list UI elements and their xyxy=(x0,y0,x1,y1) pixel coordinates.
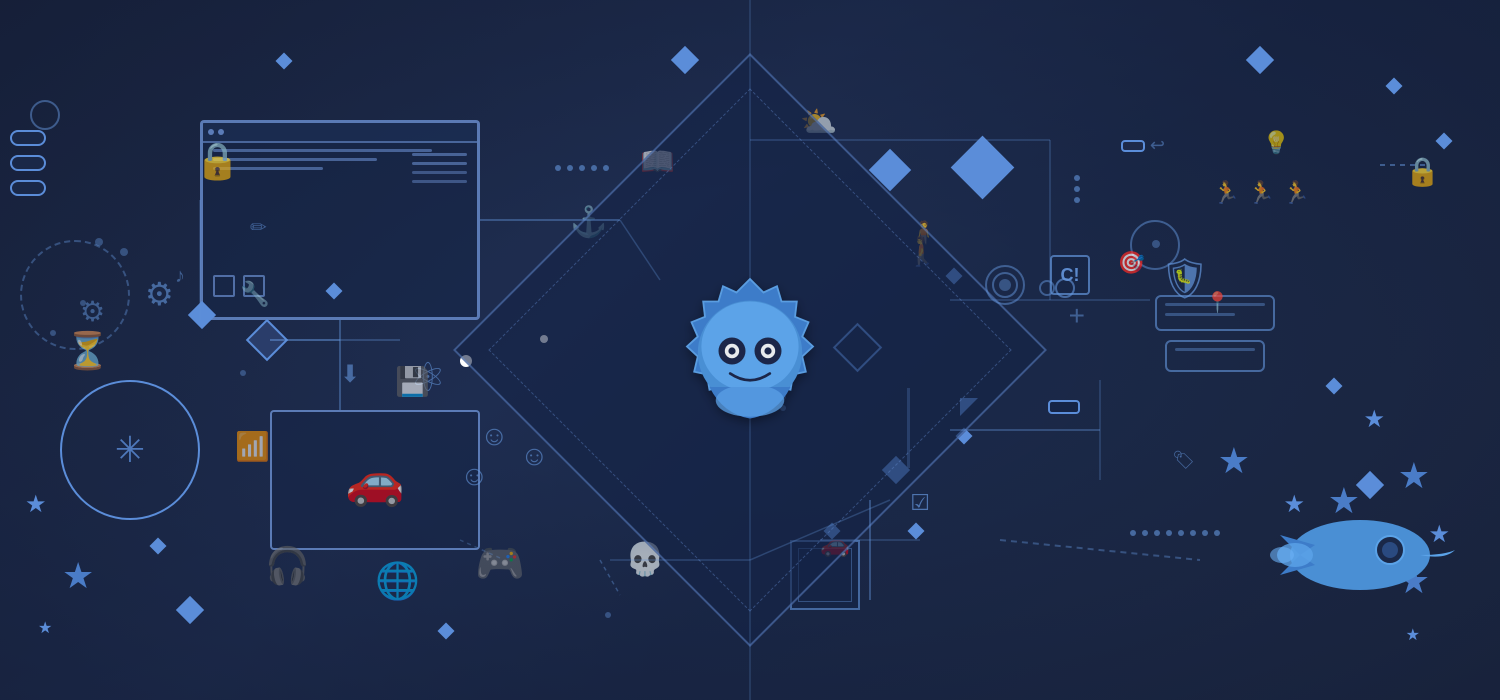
editor-sidepanel xyxy=(412,153,467,183)
dots-row-right xyxy=(1130,530,1220,536)
smiley-1: ☺ xyxy=(480,420,509,452)
dot-r1-2 xyxy=(567,165,573,171)
editor-titlebar xyxy=(203,123,477,143)
dot-crt-3 xyxy=(1074,197,1080,203)
lock-icon-top-right: 🔒 xyxy=(1405,155,1440,188)
rocket-container xyxy=(1260,495,1460,620)
dot-crt-1 xyxy=(1074,175,1080,181)
target-center xyxy=(999,279,1011,291)
target-dot xyxy=(1152,240,1160,248)
target-inner xyxy=(992,272,1018,298)
dot-rr-4 xyxy=(1166,530,1172,536)
small-circle-right-1 xyxy=(1055,278,1075,298)
panel-line2 xyxy=(412,162,467,165)
dot-crt-2 xyxy=(1074,186,1080,192)
hourglass-icon: ⏳ xyxy=(65,330,110,372)
version-banner xyxy=(1048,400,1080,414)
smiley-2: ☺ xyxy=(460,460,489,492)
lock-icon-left: 🔒 xyxy=(195,140,240,182)
dot-rr-3 xyxy=(1154,530,1160,536)
dot-rr-1 xyxy=(1130,530,1136,536)
star-left-3: ★ xyxy=(38,618,52,638)
tagline-area xyxy=(10,130,46,203)
dot-rr-2 xyxy=(1142,530,1148,536)
dots-col-right-top xyxy=(1074,175,1080,203)
chat2-line-1 xyxy=(1175,348,1255,351)
gear-icon-left2: ⚙ xyxy=(80,295,105,328)
target-outer xyxy=(985,265,1025,305)
checkbox-icon: ☑ xyxy=(910,490,930,516)
arrow-icon-1: ↩ xyxy=(1150,135,1165,156)
figure-2: 🏃 xyxy=(1248,180,1275,206)
editor-line1 xyxy=(213,149,432,152)
music-icon: ♪ xyxy=(175,265,185,288)
target-icon: 🎯 xyxy=(1118,250,1145,276)
dot-r1-5 xyxy=(603,165,609,171)
dot-3 xyxy=(605,612,611,618)
godot-logo xyxy=(660,270,840,430)
game-viewport: 🚗 xyxy=(270,410,480,550)
bug-in-shield: 🐛 xyxy=(1175,268,1192,285)
small-circle-right-2 xyxy=(1039,280,1055,296)
tagline-line2 xyxy=(10,155,46,171)
chat-bubble-2 xyxy=(1165,340,1265,372)
tagline-line3 xyxy=(10,180,46,196)
star-1: ★ xyxy=(1218,440,1250,482)
download-icon: ⬇ xyxy=(340,360,360,389)
figure-3: 🏃 xyxy=(1283,180,1310,206)
dot-5 xyxy=(50,330,56,336)
panel-line4 xyxy=(412,180,467,183)
dot-rr-5 xyxy=(1178,530,1184,536)
dot-2 xyxy=(120,248,128,256)
dot-1 xyxy=(95,238,103,246)
titlebar-dot1 xyxy=(208,129,214,135)
smiley-3: ☺ xyxy=(520,440,549,472)
pencil-icon: ✏ xyxy=(250,215,267,240)
dot-r1-4 xyxy=(591,165,597,171)
dot-rr-6 xyxy=(1190,530,1196,536)
sun-icon: ✳ xyxy=(115,429,145,471)
dot-6 xyxy=(240,370,246,376)
wrench-icon: 🔧 xyxy=(240,280,270,309)
gear-icon-left: ⚙ xyxy=(145,275,174,313)
save-icon: 💾 xyxy=(395,365,430,398)
plus-icon: + xyxy=(1069,300,1085,332)
small-circle-1 xyxy=(30,100,60,130)
gamepad-icon: 🎮 xyxy=(475,540,525,587)
panel-line3 xyxy=(412,171,467,174)
dot-rr-7 xyxy=(1202,530,1208,536)
wifi-icon: 📶 xyxy=(235,430,270,463)
tag-icon: 🏷 xyxy=(1172,450,1195,471)
star-8: ★ xyxy=(1363,405,1385,434)
rocket-svg xyxy=(1260,495,1460,615)
globe-icon: 🌐 xyxy=(375,560,420,602)
dotted-circle-medium: ✳ xyxy=(60,380,200,520)
tagline-line1 xyxy=(10,130,46,146)
panel-line1 xyxy=(412,153,467,156)
editor-icon1 xyxy=(213,275,235,297)
pin-icon: 📍 xyxy=(1205,290,1230,315)
bulb-icon: 💡 xyxy=(1263,130,1290,156)
dot-r1-3 xyxy=(579,165,585,171)
star-7: ★ xyxy=(1398,455,1430,497)
dot-rr-8 xyxy=(1214,530,1220,536)
doc-badge xyxy=(1121,140,1145,152)
dot-r1-1 xyxy=(555,165,561,171)
star-9: ★ xyxy=(1406,625,1420,645)
star-left-1: ★ xyxy=(25,490,47,519)
dots-row-1 xyxy=(555,165,609,171)
star-left-2: ★ xyxy=(62,555,94,597)
figure-1: 🏃 xyxy=(1213,180,1240,206)
car-icon: 🚗 xyxy=(345,452,405,509)
titlebar-dot2 xyxy=(218,129,224,135)
headphones-icon: 🎧 xyxy=(265,545,310,587)
